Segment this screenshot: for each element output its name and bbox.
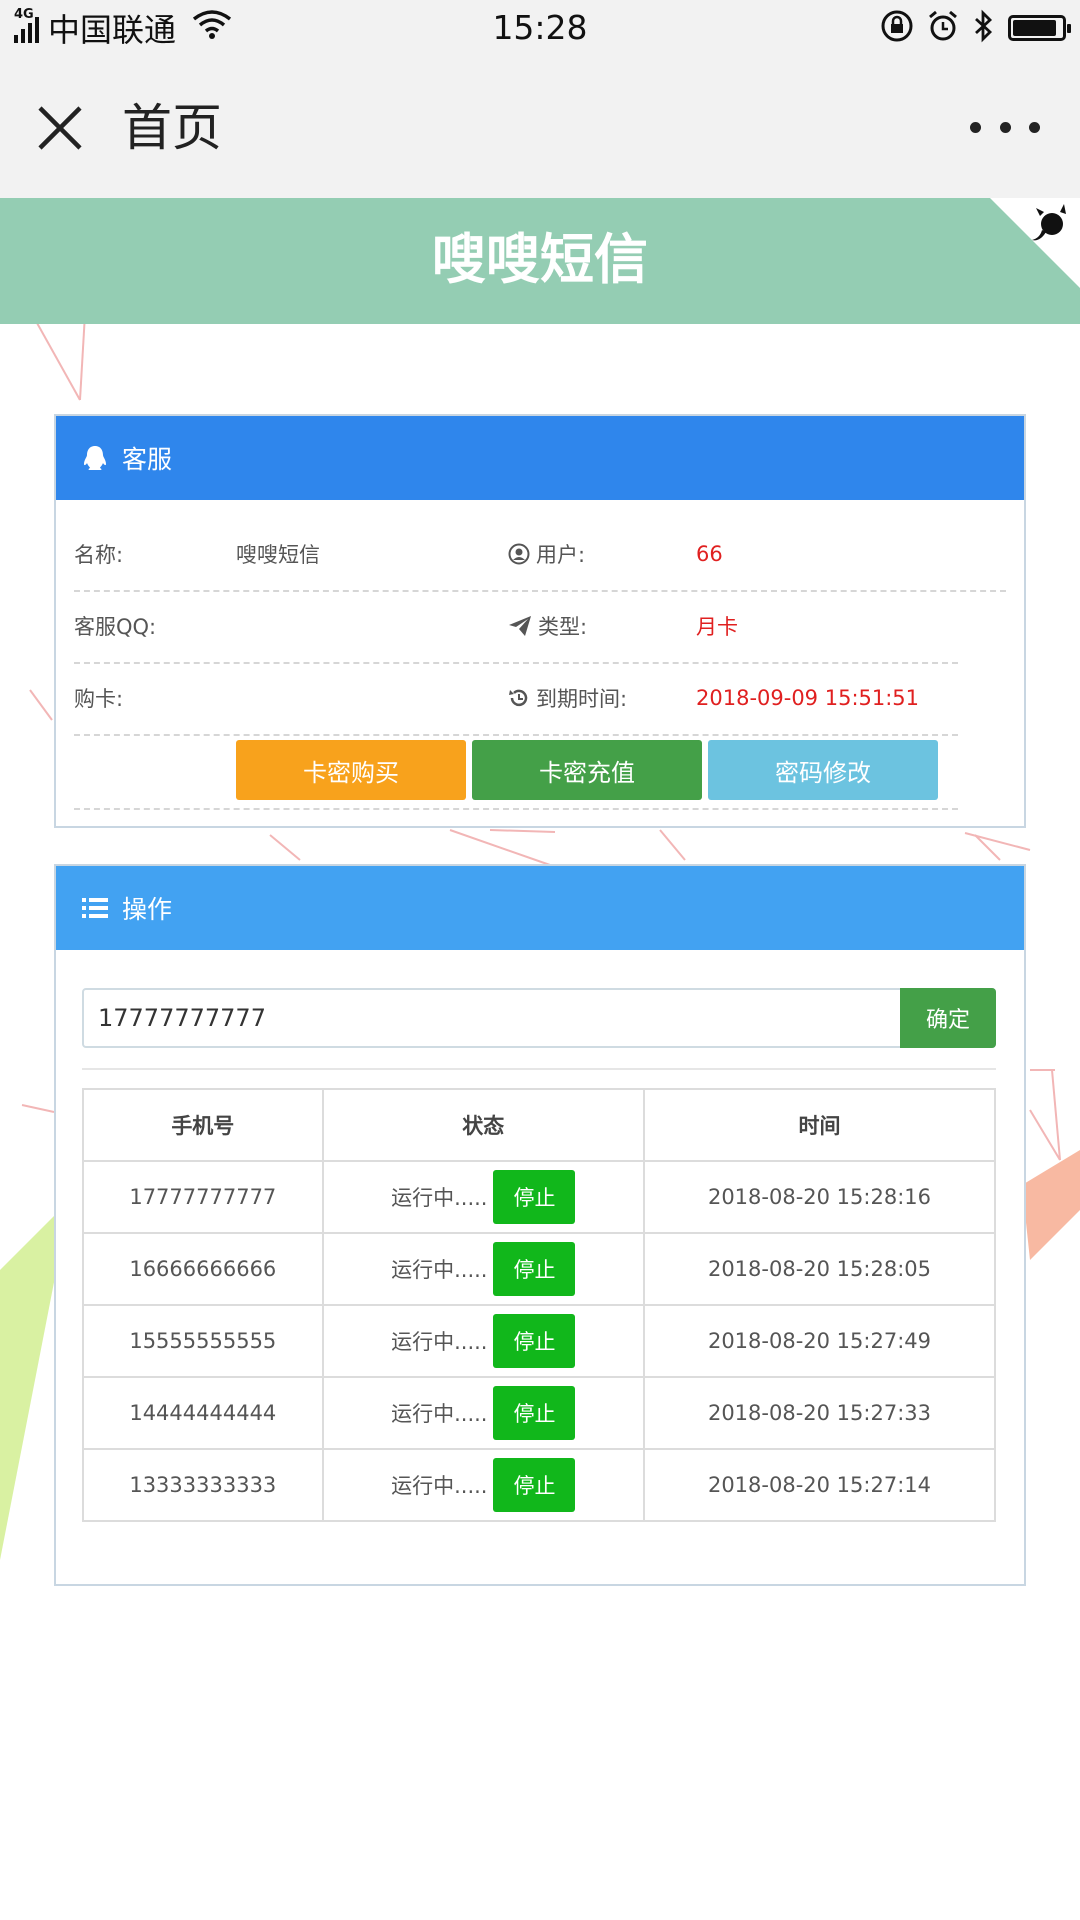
close-icon (38, 106, 82, 150)
service-panel: 客服 名称: 嗖嗖短信 用户: 66 客服QQ: 类型: 月卡 购卡: 到期时间… (54, 414, 1026, 828)
service-panel-title: 客服 (122, 445, 173, 474)
task-table: 手机号 状态 时间 17777777777 运行中..... 停止 2018-08… (82, 1088, 997, 1522)
table-header-row: 手机号 状态 时间 (82, 1088, 997, 1162)
stop-button[interactable]: 停止 (493, 1170, 576, 1224)
operation-panel-header: 操作 (56, 866, 1024, 950)
expire-label: 到期时间: (536, 687, 628, 711)
info-row-name: 名称: 嗖嗖短信 用户: 66 (74, 518, 1006, 590)
site-title: 嗖嗖短信 (432, 228, 648, 291)
status-cell: 运行中..... 停止 (321, 1376, 645, 1450)
table-row: 16666666666 运行中..... 停止 2018-08-20 15:28:… (82, 1232, 997, 1306)
status-cell: 运行中..... 停止 (321, 1448, 645, 1522)
user-label-group: 用户: (508, 539, 585, 569)
phone-cell: 16666666666 (82, 1232, 324, 1306)
status-text: 运行中..... (391, 1402, 488, 1426)
more-dot-icon (999, 121, 1011, 133)
qq-icon (82, 444, 108, 472)
table-row: 14444444444 运行中..... 停止 2018-08-20 15:27:… (82, 1376, 997, 1450)
confirm-button[interactable]: 确定 (900, 988, 996, 1048)
expire-value: 2018-09-09 15:51:51 (696, 686, 920, 710)
nav-bar: 首页 (0, 56, 1080, 198)
phone-cell: 17777777777 (82, 1160, 324, 1234)
close-button[interactable] (28, 96, 92, 160)
type-value: 月卡 (696, 615, 738, 639)
rotation-lock-icon (880, 9, 914, 47)
type-label: 类型: (538, 615, 588, 639)
status-text: 运行中..... (391, 1258, 488, 1282)
user-circle-icon (508, 543, 530, 565)
card-recharge-button[interactable]: 卡密充值 (472, 740, 702, 800)
phone-search-group: 确定 (82, 988, 996, 1048)
phone-cell: 13333333333 (82, 1448, 324, 1522)
battery-icon (1008, 15, 1071, 41)
more-dot-icon (970, 121, 981, 133)
buy-card-label: 购卡: (74, 687, 124, 711)
table-row: 17777777777 运行中..... 停止 2018-08-20 15:28:… (82, 1160, 997, 1234)
status-right (880, 9, 1071, 47)
status-text: 运行中..... (391, 1330, 488, 1354)
bluetooth-icon (972, 9, 996, 47)
row-divider (74, 734, 958, 736)
page-title: 首页 (122, 99, 222, 157)
time-cell: 2018-08-20 15:27:14 (642, 1448, 997, 1522)
stop-button[interactable]: 停止 (493, 1314, 576, 1368)
change-password-button[interactable]: 密码修改 (708, 740, 938, 800)
time-cell: 2018-08-20 15:27:33 (642, 1376, 997, 1450)
status-text: 运行中..... (391, 1474, 488, 1498)
list-icon (82, 897, 108, 919)
phone-input[interactable] (84, 990, 904, 1046)
service-panel-header: 客服 (56, 416, 1024, 500)
expire-label-group: 到期时间: (508, 683, 627, 713)
phone-cell: 14444444444 (82, 1376, 324, 1450)
stop-button[interactable]: 停止 (493, 1458, 576, 1512)
info-row-qq: 客服QQ: 类型: 月卡 (74, 590, 1006, 662)
operation-panel: 操作 确定 手机号 状态 时间 17777777777 运行中.....停止 2… (54, 864, 1026, 1586)
alarm-icon (926, 9, 960, 47)
table-row: 15555555555 运行中..... 停止 2018-08-20 15:27:… (82, 1304, 997, 1378)
more-menu-button[interactable] (970, 112, 1040, 142)
status-cell: 运行中..... 停止 (321, 1232, 645, 1306)
qq-label: 客服QQ: (74, 615, 157, 639)
phone-cell: 15555555555 (82, 1304, 324, 1378)
header-band: 嗖嗖短信 (0, 198, 1080, 324)
user-value: 66 (696, 542, 723, 566)
row-divider (74, 808, 958, 810)
more-dot-icon (1029, 121, 1040, 133)
column-header-status: 状态 (321, 1088, 645, 1162)
history-icon (509, 689, 528, 707)
type-label-group: 类型: (508, 611, 587, 641)
stop-button[interactable]: 停止 (493, 1242, 576, 1296)
column-header-phone: 手机号 (82, 1088, 324, 1162)
name-value: 嗖嗖短信 (236, 543, 320, 567)
status-cell: 运行中..... 停止 (321, 1160, 645, 1234)
status-cell: 运行中..... 停止 (321, 1304, 645, 1378)
stop-button[interactable]: 停止 (493, 1386, 576, 1440)
user-label: 用户: (536, 543, 586, 567)
time-cell: 2018-08-20 15:28:16 (642, 1160, 997, 1234)
card-buy-button[interactable]: 卡密购买 (236, 740, 466, 800)
info-row-card: 购卡: 到期时间: 2018-09-09 15:51:51 (74, 662, 1006, 734)
time-cell: 2018-08-20 15:27:49 (642, 1304, 997, 1378)
operation-panel-title: 操作 (122, 895, 173, 924)
status-text: 运行中..... (391, 1186, 488, 1210)
send-icon (509, 616, 531, 636)
divider (82, 1068, 996, 1070)
table-row: 13333333333 运行中..... 停止 2018-08-20 15:27:… (82, 1448, 997, 1522)
github-corner-icon[interactable] (990, 198, 1080, 288)
name-label: 名称: (74, 543, 124, 567)
time-cell: 2018-08-20 15:28:05 (642, 1232, 997, 1306)
column-header-time: 时间 (642, 1088, 997, 1162)
status-bar: 4G 中国联通 15:28 (0, 0, 1080, 56)
